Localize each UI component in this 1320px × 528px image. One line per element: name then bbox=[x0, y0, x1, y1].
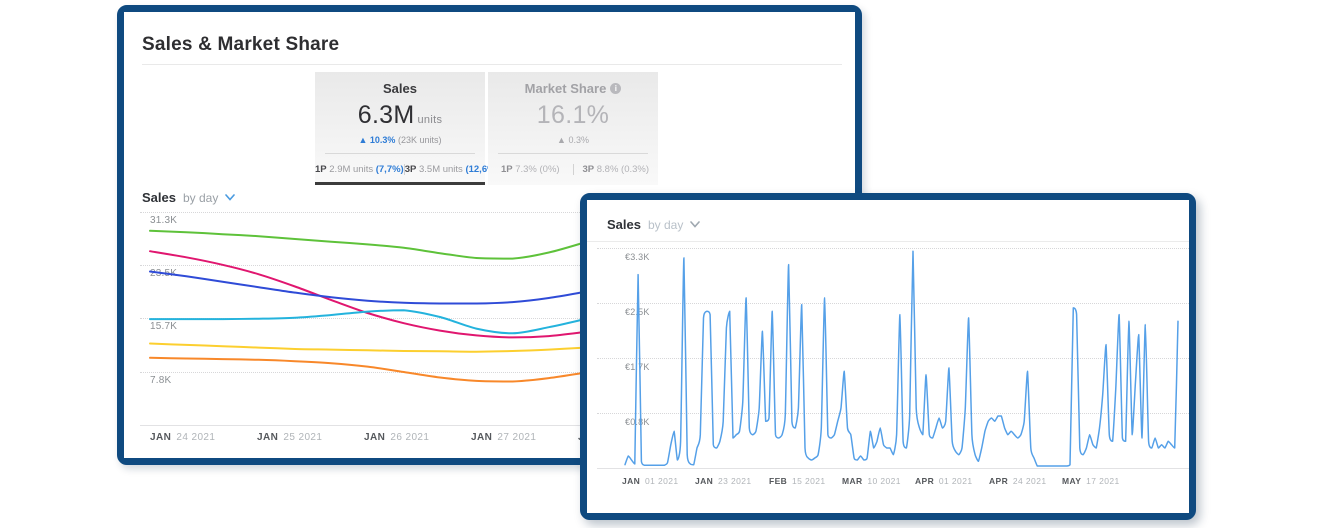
x-axis-label: JAN 26 2021 bbox=[364, 432, 430, 443]
x-axis-label: JAN 23 2021 bbox=[695, 476, 752, 486]
x-axis-label: JAN 24 2021 bbox=[150, 432, 216, 443]
chart-interval-dropdown[interactable]: by day bbox=[183, 191, 218, 205]
sales-metric-unit: units bbox=[417, 114, 443, 126]
header-divider bbox=[587, 241, 1189, 242]
market-share-metric-label: Market Share i bbox=[488, 81, 658, 96]
x-axis-label: MAY 17 2021 bbox=[1062, 476, 1120, 486]
x-axis-label: MAR 10 2021 bbox=[842, 476, 901, 486]
x-axis-label: APR 24 2021 bbox=[989, 476, 1047, 486]
dashboard-stage: Sales & Market Share Sales 6.3M units ▲ 1… bbox=[0, 0, 1320, 528]
sales-by-day-card: Sales by day €3.3K €2.5K €1.7K €0.8K JAN bbox=[580, 193, 1196, 520]
sales-metric-value: 6.3M units bbox=[357, 101, 443, 129]
sales-3p-stat: 3P 3.5M units (12,6%) bbox=[404, 163, 499, 175]
market-share-3p-stat: 3P 8.8% (0.3%) bbox=[582, 163, 650, 175]
chevron-down-icon[interactable] bbox=[690, 221, 701, 228]
chart-metric-label: Sales bbox=[607, 217, 641, 232]
sales-1p-stat: 1P 2.9M units (7,7%) bbox=[315, 163, 405, 175]
chevron-down-icon[interactable] bbox=[225, 194, 236, 201]
x-axis-label: JAN 25 2021 bbox=[257, 432, 323, 443]
title-divider bbox=[142, 64, 842, 65]
back-chart-header: Sales by day bbox=[142, 190, 236, 205]
x-axis-label: FEB 15 2021 bbox=[769, 476, 826, 486]
metric-toggle-row: Sales 6.3M units ▲ 10.3% (23K units) 1P 2… bbox=[315, 72, 658, 185]
sales-daily-chart: €3.3K €2.5K €1.7K €0.8K JAN 01 2021 JAN 2… bbox=[597, 245, 1189, 495]
market-share-metric-tab[interactable]: Market Share i 16.1% ▲ 0.3% 1P 7.3% (0%)… bbox=[488, 72, 658, 185]
info-icon[interactable]: i bbox=[610, 83, 622, 94]
sales-metric-label: Sales bbox=[383, 81, 417, 96]
x-axis-label: APR 01 2021 bbox=[915, 476, 973, 486]
front-chart-header: Sales by day bbox=[607, 217, 701, 232]
chart-interval-dropdown[interactable]: by day bbox=[648, 218, 683, 232]
market-share-1p-stat: 1P 7.3% (0%) bbox=[488, 163, 574, 175]
x-axis-label: JAN 27 2021 bbox=[471, 432, 537, 443]
sales-metric-tab[interactable]: Sales 6.3M units ▲ 10.3% (23K units) 1P 2… bbox=[315, 72, 499, 185]
sales-metric-delta: ▲ 10.3% (23K units) bbox=[358, 135, 442, 145]
market-share-metric-value: 16.1% bbox=[536, 101, 610, 129]
page-title: Sales & Market Share bbox=[142, 34, 340, 55]
market-share-metric-delta: ▲ 0.3% bbox=[557, 135, 589, 145]
x-axis-label: JAN 01 2021 bbox=[622, 476, 679, 486]
chart-metric-label: Sales bbox=[142, 190, 176, 205]
